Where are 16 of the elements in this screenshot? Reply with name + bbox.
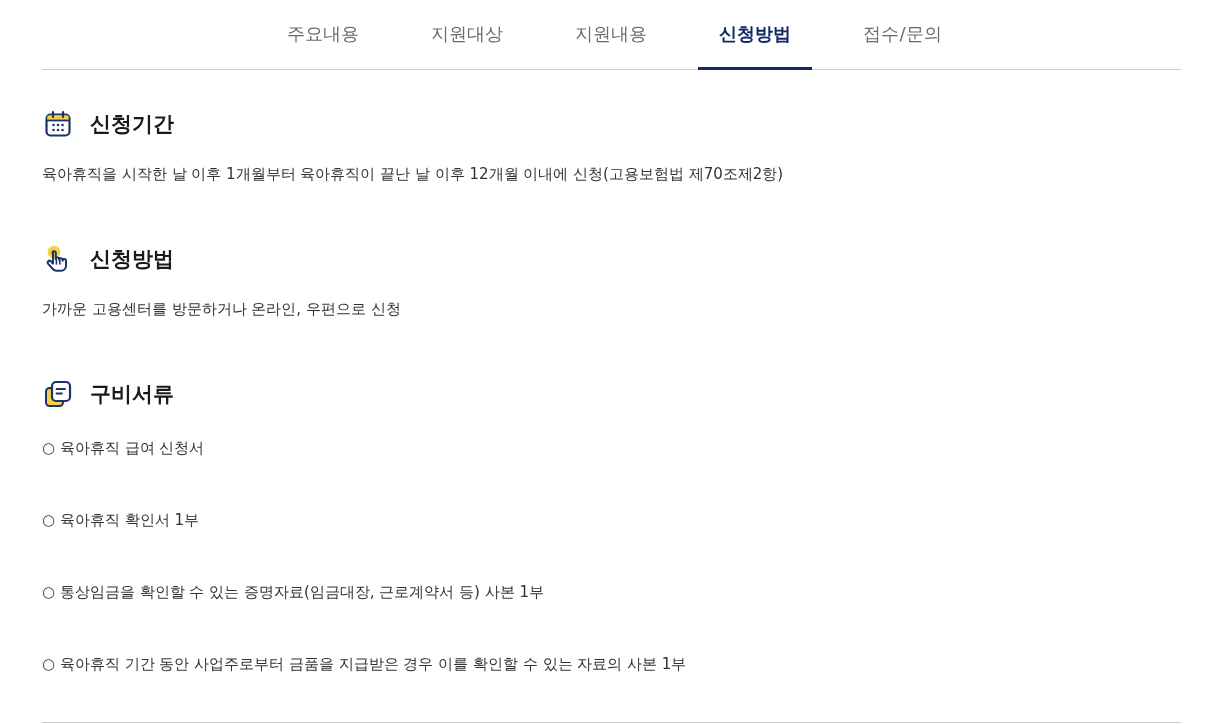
document-item: ○ 육아휴직 확인서 1부 xyxy=(42,510,200,531)
tab[interactable]: 지원내용 xyxy=(554,0,669,70)
section-title: 신청기간 xyxy=(90,111,174,138)
document-item: ○ 육아휴직 기간 동안 사업주로부터 금품을 지급받은 경우 이를 확인할 수 있는 자료의 사본 1부 xyxy=(42,654,688,675)
section-text: 가까운 고용센터를 방문하거나 온라인, 우편으로 신청 xyxy=(42,299,402,320)
calendar-icon xyxy=(44,110,72,138)
tab[interactable]: 지원대상 xyxy=(410,0,525,70)
tab[interactable]: 신청방법 xyxy=(698,0,813,70)
section-title: 구비서류 xyxy=(90,381,174,408)
documents-icon xyxy=(44,380,72,408)
tab[interactable]: 접수/문의 xyxy=(842,0,963,70)
document-item: ○ 통상임금을 확인할 수 있는 증명자료(임금대장, 근로계약서 등) 사본 1부 xyxy=(42,582,546,603)
section-text: 육아휴직을 시작한 날 이후 1개월부터 육아휴직이 끝난 날 이후 12개월 이내에 신청(고용보험법 제70조제2항) xyxy=(42,164,785,185)
tab[interactable]: 주요내용 xyxy=(266,0,381,70)
section-title: 신청방법 xyxy=(90,246,174,273)
document-item: ○ 육아휴직 급여 신청서 xyxy=(42,438,206,459)
